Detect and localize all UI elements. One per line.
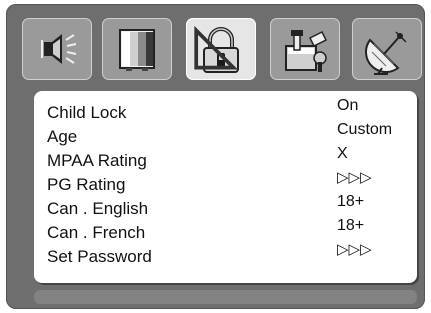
tab-satellite[interactable] xyxy=(352,18,422,80)
setting-value-child-lock[interactable]: On xyxy=(337,95,392,117)
setting-label-can-french[interactable]: Can . French xyxy=(47,221,152,245)
settings-values-column: On Custom X ▷▷▷ 18+ 18+ ▷▷▷ xyxy=(337,91,392,261)
setting-value-can-english[interactable]: 18+ xyxy=(337,191,392,213)
tab-parental-lock[interactable] xyxy=(186,18,256,80)
menu-bottom-bar xyxy=(34,290,417,304)
setting-label-can-english[interactable]: Can . English xyxy=(47,197,152,221)
setting-label-child-lock[interactable]: Child Lock xyxy=(47,101,152,125)
tab-audio[interactable] xyxy=(22,18,92,80)
speaker-icon xyxy=(41,34,77,64)
tools-setup-icon xyxy=(285,30,328,72)
tab-setup[interactable] xyxy=(270,18,340,80)
selection-corner-marker xyxy=(194,25,238,70)
setting-value-can-french[interactable]: 18+ xyxy=(337,215,392,237)
setting-value-age[interactable]: Custom xyxy=(337,119,392,141)
setting-label-age[interactable]: Age xyxy=(47,125,152,149)
setting-value-mpaa-rating[interactable]: X xyxy=(337,143,392,165)
settings-panel: Child Lock Age MPAA Rating PG Rating Can… xyxy=(34,91,417,283)
setting-label-mpaa-rating[interactable]: MPAA Rating xyxy=(47,149,152,173)
tv-screen-icon xyxy=(119,29,155,71)
setting-label-set-password[interactable]: Set Password xyxy=(47,245,152,269)
setting-value-set-password[interactable]: ▷▷▷ xyxy=(337,239,392,261)
setting-value-pg-rating[interactable]: ▷▷▷ xyxy=(337,167,392,189)
osd-menu-frame: Child Lock Age MPAA Rating PG Rating Can… xyxy=(6,4,425,309)
setting-label-pg-rating[interactable]: PG Rating xyxy=(47,173,152,197)
menu-tab-bar xyxy=(22,18,422,80)
settings-labels-column: Child Lock Age MPAA Rating PG Rating Can… xyxy=(47,101,152,269)
tab-video[interactable] xyxy=(102,18,172,80)
satellite-dish-icon xyxy=(365,31,407,75)
